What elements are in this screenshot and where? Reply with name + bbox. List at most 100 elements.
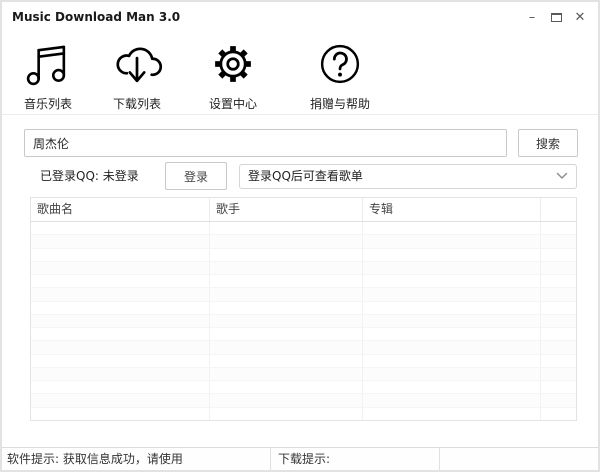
table-cell xyxy=(210,315,363,327)
table-cell xyxy=(541,381,576,393)
maximize-icon xyxy=(551,13,562,22)
table-row[interactable] xyxy=(31,262,576,275)
table-cell xyxy=(541,355,576,367)
download-tip-text: 下载提示: xyxy=(271,448,439,470)
table-row[interactable] xyxy=(31,341,576,354)
toolbar-item-music-list[interactable]: 音乐列表 xyxy=(17,36,79,112)
table-cell xyxy=(210,368,363,380)
toolbar: 音乐列表 下载列表 xyxy=(2,36,598,114)
maximize-button[interactable] xyxy=(544,2,568,32)
qq-login-status-label: 已登录QQ: 未登录 xyxy=(40,163,139,189)
table-cell xyxy=(363,235,541,247)
toolbar-item-download-list[interactable]: 下载列表 xyxy=(106,36,168,112)
song-table: 歌曲名 歌手 专辑 xyxy=(30,197,577,421)
column-header-extra[interactable] xyxy=(541,198,576,221)
table-cell xyxy=(31,408,210,420)
table-cell xyxy=(541,288,576,300)
help-circle-icon xyxy=(312,36,368,92)
toolbar-divider xyxy=(2,114,598,115)
table-cell xyxy=(210,302,363,314)
table-cell xyxy=(210,408,363,420)
chevron-down-icon xyxy=(556,172,568,180)
table-row[interactable] xyxy=(31,235,576,248)
gear-icon xyxy=(205,36,261,92)
table-row[interactable] xyxy=(31,408,576,420)
minimize-button[interactable]: – xyxy=(520,2,544,32)
table-cell xyxy=(31,249,210,261)
table-cell xyxy=(363,394,541,406)
toolbar-item-label: 音乐列表 xyxy=(24,95,72,112)
window-title: Music Download Man 3.0 xyxy=(12,2,180,32)
table-cell xyxy=(31,275,210,287)
table-row[interactable] xyxy=(31,381,576,394)
table-row[interactable] xyxy=(31,394,576,407)
window-controls: – ✕ xyxy=(520,2,592,32)
table-cell xyxy=(363,341,541,353)
table-cell xyxy=(363,328,541,340)
music-note-icon xyxy=(20,36,76,92)
table-header: 歌曲名 歌手 专辑 xyxy=(31,198,576,222)
table-row[interactable] xyxy=(31,355,576,368)
table-cell xyxy=(31,381,210,393)
table-cell xyxy=(210,288,363,300)
login-button[interactable]: 登录 xyxy=(165,162,227,190)
table-cell xyxy=(210,328,363,340)
table-row[interactable] xyxy=(31,315,576,328)
table-cell xyxy=(210,394,363,406)
close-button[interactable]: ✕ xyxy=(568,2,592,32)
toolbar-item-label: 设置中心 xyxy=(209,95,257,112)
table-cell xyxy=(541,341,576,353)
table-cell xyxy=(541,275,576,287)
playlist-dropdown-value: 登录QQ后可查看歌单 xyxy=(248,169,363,183)
table-cell xyxy=(363,275,541,287)
table-cell xyxy=(210,262,363,274)
table-cell xyxy=(541,368,576,380)
playlist-dropdown[interactable]: 登录QQ后可查看歌单 xyxy=(239,164,577,189)
table-row[interactable] xyxy=(31,249,576,262)
toolbar-item-label: 下载列表 xyxy=(113,95,161,112)
table-cell xyxy=(31,355,210,367)
table-cell xyxy=(363,381,541,393)
table-row[interactable] xyxy=(31,302,576,315)
toolbar-item-label: 捐赠与帮助 xyxy=(310,95,370,112)
table-cell xyxy=(210,355,363,367)
table-cell xyxy=(210,341,363,353)
table-row[interactable] xyxy=(31,288,576,301)
table-cell xyxy=(31,394,210,406)
table-row[interactable] xyxy=(31,275,576,288)
status-divider xyxy=(439,448,440,470)
table-cell xyxy=(363,355,541,367)
table-cell xyxy=(541,222,576,234)
table-cell xyxy=(363,222,541,234)
toolbar-item-settings[interactable]: 设置中心 xyxy=(202,36,264,112)
table-cell xyxy=(210,235,363,247)
table-cell xyxy=(31,368,210,380)
table-row[interactable] xyxy=(31,328,576,341)
title-bar: Music Download Man 3.0 – ✕ xyxy=(2,2,598,32)
table-cell xyxy=(363,368,541,380)
table-cell xyxy=(31,302,210,314)
status-bar: 软件提示: 获取信息成功，请使用 下载提示: xyxy=(2,447,598,470)
table-cell xyxy=(363,262,541,274)
table-cell xyxy=(363,315,541,327)
app-window: Music Download Man 3.0 – ✕ 音乐列表 xyxy=(0,0,600,472)
search-input[interactable] xyxy=(24,129,507,157)
search-button[interactable]: 搜索 xyxy=(518,129,578,157)
table-cell xyxy=(210,275,363,287)
column-header-album[interactable]: 专辑 xyxy=(363,198,541,221)
table-cell xyxy=(31,288,210,300)
column-header-song-name[interactable]: 歌曲名 xyxy=(31,198,210,221)
table-cell xyxy=(541,328,576,340)
table-body xyxy=(31,222,576,420)
table-row[interactable] xyxy=(31,222,576,235)
table-cell xyxy=(363,408,541,420)
table-cell xyxy=(31,315,210,327)
table-cell xyxy=(541,408,576,420)
cloud-download-icon xyxy=(109,36,165,92)
toolbar-item-help[interactable]: 捐赠与帮助 xyxy=(303,36,377,112)
table-row[interactable] xyxy=(31,368,576,381)
column-header-artist[interactable]: 歌手 xyxy=(210,198,363,221)
table-cell xyxy=(31,262,210,274)
software-tip-text: 软件提示: 获取信息成功，请使用 xyxy=(2,448,270,470)
table-cell xyxy=(541,262,576,274)
